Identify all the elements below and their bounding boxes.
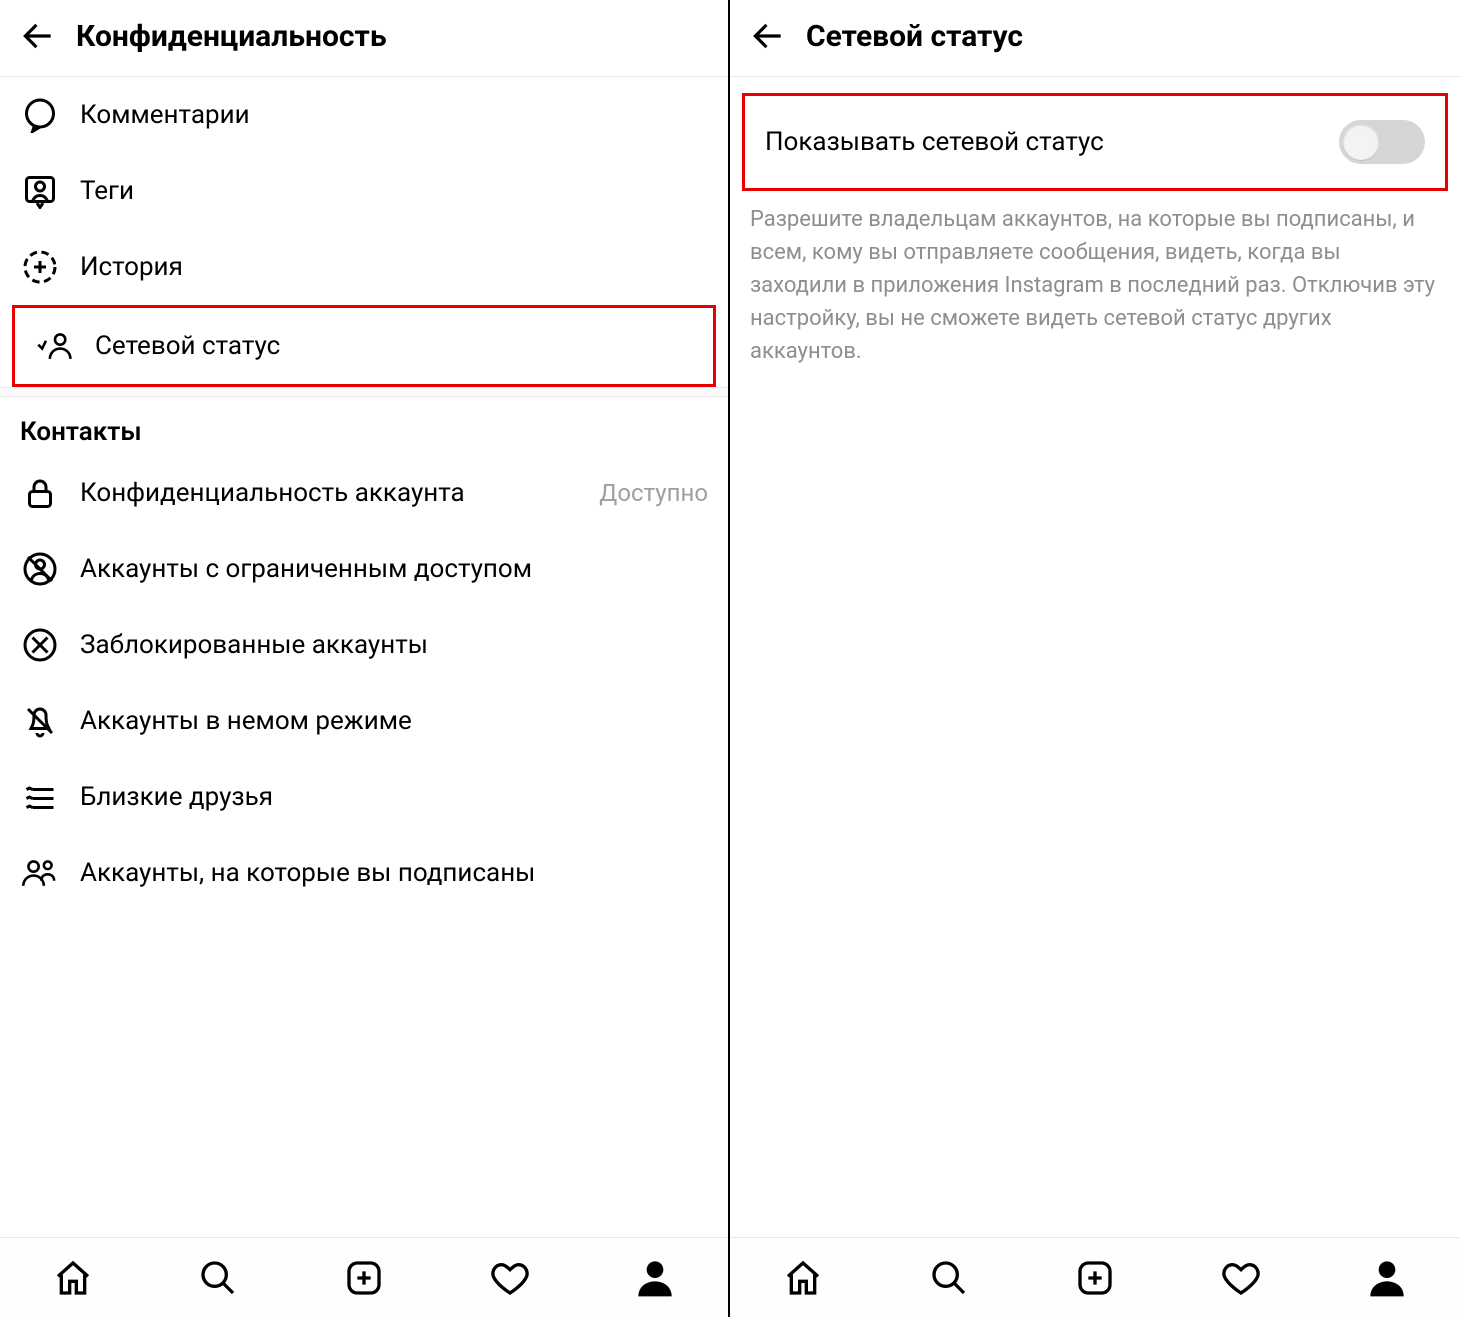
tag-person-icon xyxy=(20,171,60,211)
row-restricted[interactable]: Аккаунты с ограниченным доступом xyxy=(0,531,728,607)
row-label: Теги xyxy=(80,176,134,206)
section-title-contacts: Контакты xyxy=(0,397,728,455)
row-label: Конфиденциальность аккаунта xyxy=(80,478,465,508)
row-comments[interactable]: Комментарии xyxy=(0,77,728,153)
story-add-icon xyxy=(20,247,60,287)
nav-home-icon[interactable] xyxy=(52,1257,94,1299)
blocked-icon xyxy=(20,625,60,665)
back-arrow-icon[interactable] xyxy=(16,14,60,58)
content-area: Комментарии Теги История xyxy=(0,77,728,1317)
header: Сетевой статус xyxy=(730,0,1460,77)
close-friends-icon xyxy=(20,777,60,817)
back-arrow-icon[interactable] xyxy=(746,14,790,58)
privacy-screen: Конфиденциальность Комментарии Теги xyxy=(0,0,730,1317)
row-label: Аккаунты с ограниченным доступом xyxy=(80,554,532,584)
row-activity-status[interactable]: Сетевой статус xyxy=(15,308,713,384)
following-icon xyxy=(20,853,60,893)
row-tags[interactable]: Теги xyxy=(0,153,728,229)
row-label: Заблокированные аккаунты xyxy=(80,630,428,660)
activity-status-screen: Сетевой статус Показывать сетевой статус… xyxy=(730,0,1460,1317)
row-label: Аккаунты, на которые вы подписаны xyxy=(80,858,535,888)
content-area: Показывать сетевой статус Разрешите влад… xyxy=(730,77,1460,1317)
row-label: Комментарии xyxy=(80,100,250,130)
nav-add-icon[interactable] xyxy=(1074,1257,1116,1299)
row-blocked[interactable]: Заблокированные аккаунты xyxy=(0,607,728,683)
row-following[interactable]: Аккаунты, на которые вы подписаны xyxy=(0,835,728,911)
setting-description: Разрешите владельцам аккаунтов, на котор… xyxy=(730,191,1460,368)
row-label: История xyxy=(80,252,183,282)
nav-profile-icon[interactable] xyxy=(634,1257,676,1299)
nav-activity-icon[interactable] xyxy=(1220,1257,1262,1299)
lock-icon xyxy=(20,473,60,513)
toggle-knob xyxy=(1343,124,1379,160)
row-muted[interactable]: Аккаунты в немом режиме xyxy=(0,683,728,759)
activity-status-icon xyxy=(35,326,75,366)
row-close-friends[interactable]: Близкие друзья xyxy=(0,759,728,835)
row-account-privacy[interactable]: Конфиденциальность аккаунта Доступно xyxy=(0,455,728,531)
nav-add-icon[interactable] xyxy=(343,1257,385,1299)
page-title: Конфиденциальность xyxy=(76,19,387,54)
section-divider xyxy=(0,387,728,397)
toggle-activity-status[interactable] xyxy=(1339,120,1425,164)
nav-activity-icon[interactable] xyxy=(489,1257,531,1299)
bell-off-icon xyxy=(20,701,60,741)
row-label: Сетевой статус xyxy=(95,331,280,361)
page-title: Сетевой статус xyxy=(806,19,1023,54)
toggle-label: Показывать сетевой статус xyxy=(765,127,1104,157)
nav-profile-icon[interactable] xyxy=(1366,1257,1408,1299)
highlight-toggle-row: Показывать сетевой статус xyxy=(742,93,1448,191)
nav-search-icon[interactable] xyxy=(197,1257,239,1299)
restricted-icon xyxy=(20,549,60,589)
bottom-nav xyxy=(730,1237,1460,1317)
speech-bubble-icon xyxy=(20,95,60,135)
highlight-activity-status: Сетевой статус xyxy=(12,305,716,387)
row-label: Близкие друзья xyxy=(80,782,273,812)
nav-home-icon[interactable] xyxy=(782,1257,824,1299)
bottom-nav xyxy=(0,1237,728,1317)
nav-search-icon[interactable] xyxy=(928,1257,970,1299)
header: Конфиденциальность xyxy=(0,0,728,77)
row-story[interactable]: История xyxy=(0,229,728,305)
toggle-row-activity-status: Показывать сетевой статус xyxy=(745,96,1445,188)
row-trailing: Доступно xyxy=(599,479,708,507)
row-label: Аккаунты в немом режиме xyxy=(80,706,412,736)
